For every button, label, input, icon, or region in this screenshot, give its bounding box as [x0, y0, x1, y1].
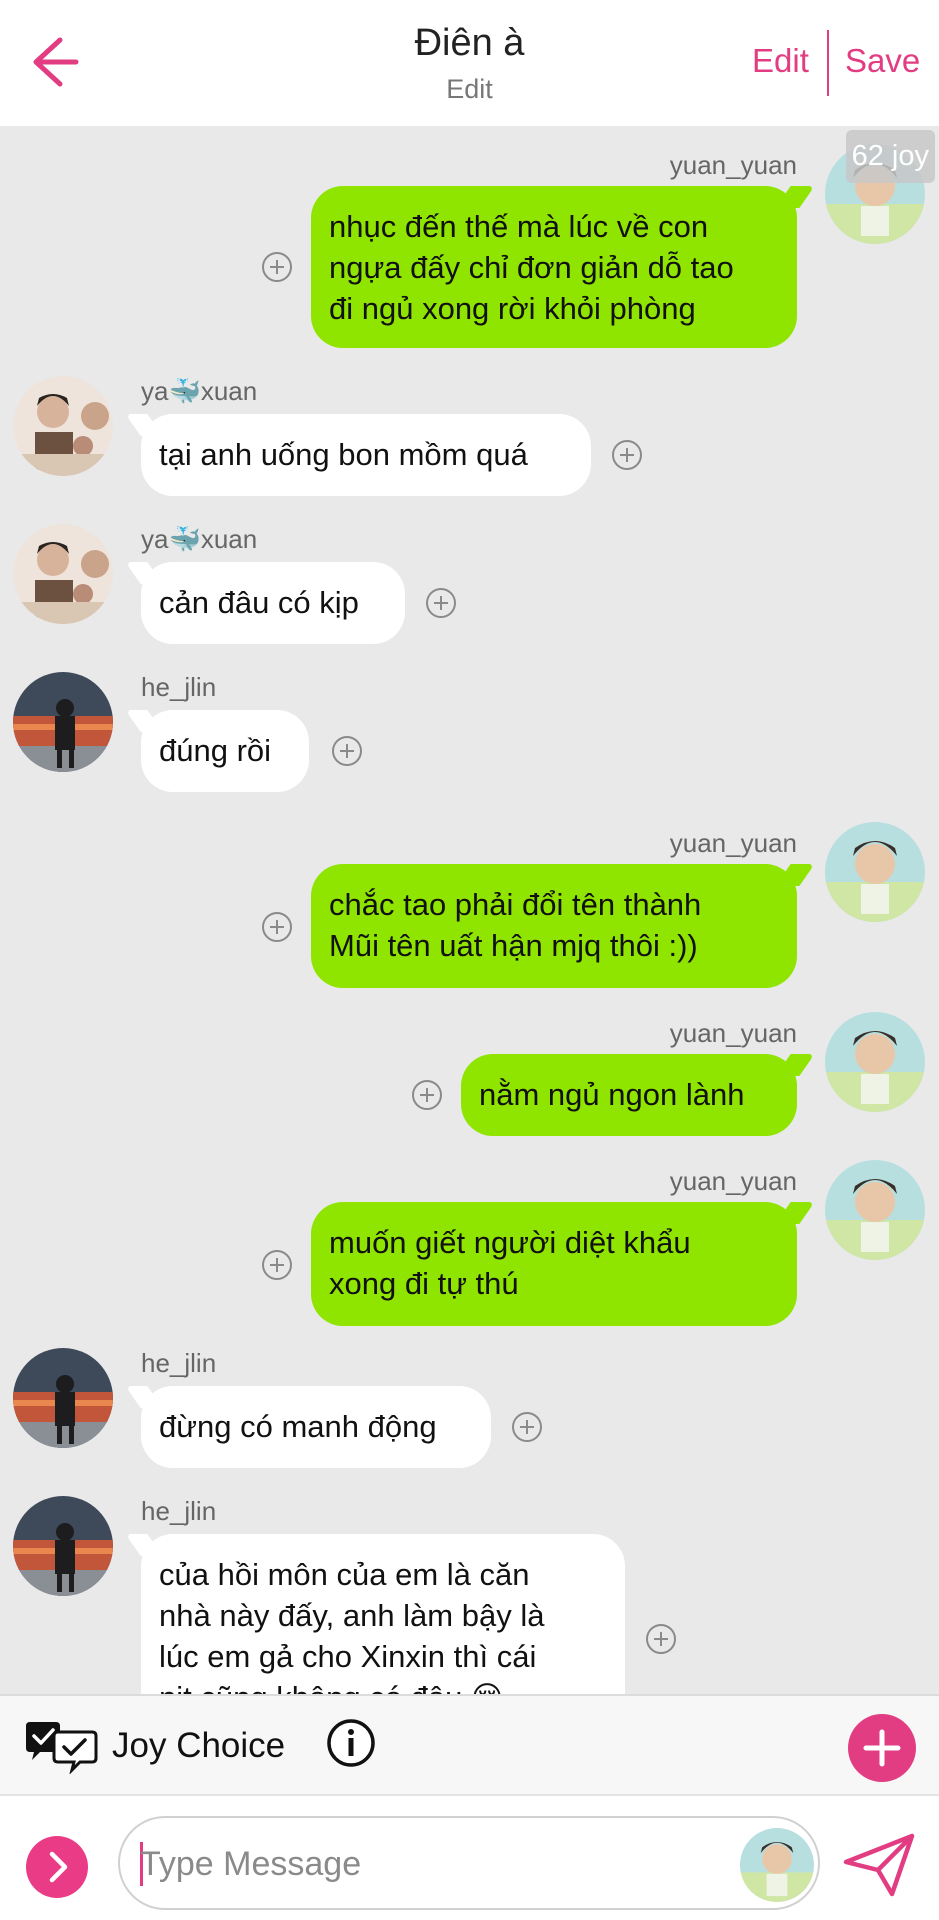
- add-reaction-icon[interactable]: [332, 736, 362, 766]
- chevron-right-icon[interactable]: [26, 1836, 88, 1898]
- avatar[interactable]: [825, 1012, 925, 1112]
- sender-name: he_jlin: [141, 672, 217, 702]
- message-input-wrapper[interactable]: [118, 1816, 820, 1910]
- sender-name: yuan_yuan: [669, 1166, 797, 1196]
- save-button[interactable]: Save: [845, 42, 920, 80]
- add-reaction-icon[interactable]: [646, 1624, 676, 1654]
- joy-choice-bar: Joy Choice: [0, 1694, 939, 1794]
- sender-name: yuan_yuan: [669, 828, 797, 858]
- add-reaction-icon[interactable]: [412, 1080, 442, 1110]
- top-bar: Điên à Edit Edit Save: [0, 0, 939, 126]
- add-reaction-icon[interactable]: [262, 252, 292, 282]
- avatar[interactable]: [13, 672, 113, 772]
- message-bubble[interactable]: đừng có manh động: [141, 1386, 491, 1468]
- edit-button[interactable]: Edit: [752, 42, 809, 80]
- sender-name: ya🐳xuan: [141, 376, 258, 406]
- sender-name: ya🐳xuan: [141, 524, 258, 554]
- message-bubble[interactable]: nằm ngủ ngon lành: [461, 1054, 797, 1136]
- info-icon[interactable]: [326, 1718, 376, 1768]
- add-reaction-icon[interactable]: [512, 1412, 542, 1442]
- message-bubble[interactable]: nhục đến thế mà lúc về con ngựa đấy chỉ …: [311, 186, 797, 348]
- message-bubble[interactable]: của hồi môn của em là căn nhà này đấy, a…: [141, 1534, 625, 1694]
- plus-icon[interactable]: [848, 1714, 916, 1782]
- avatar[interactable]: [825, 822, 925, 922]
- send-icon[interactable]: [842, 1832, 916, 1898]
- joy-count-badge: 62 joy: [845, 130, 935, 183]
- message-input[interactable]: [140, 1838, 700, 1890]
- message-bubble[interactable]: chắc tao phải đổi tên thành Mũi tên uất …: [311, 864, 797, 988]
- add-reaction-icon[interactable]: [262, 1250, 292, 1280]
- avatar[interactable]: [825, 1160, 925, 1260]
- message-bubble[interactable]: cản đâu có kịp: [141, 562, 405, 644]
- header-divider: [827, 30, 829, 96]
- avatar[interactable]: [13, 376, 113, 476]
- message-list[interactable]: yuan_yuan nhục đến thế mà lúc về con ngự…: [0, 126, 939, 1694]
- add-reaction-icon[interactable]: [426, 588, 456, 618]
- avatar[interactable]: [13, 524, 113, 624]
- sender-name: yuan_yuan: [669, 1018, 797, 1048]
- message-bubble[interactable]: đúng rồi: [141, 710, 309, 792]
- avatar[interactable]: [13, 1348, 113, 1448]
- sender-name: he_jlin: [141, 1496, 217, 1526]
- message-bubble[interactable]: muốn giết người diệt khẩu xong đi tự thú: [311, 1202, 797, 1326]
- add-reaction-icon[interactable]: [262, 912, 292, 942]
- message-bubble[interactable]: tại anh uống bon mồm quá: [141, 414, 591, 496]
- avatar[interactable]: [13, 1496, 113, 1596]
- joy-choice-label: Joy Choice: [112, 1726, 286, 1765]
- add-reaction-icon[interactable]: [612, 440, 642, 470]
- sender-name: yuan_yuan: [669, 150, 797, 180]
- sender-avatar[interactable]: [740, 1828, 814, 1902]
- joy-choice-icon[interactable]: [20, 1720, 100, 1775]
- sender-name: he_jlin: [141, 1348, 217, 1378]
- message-composer: [0, 1794, 939, 1920]
